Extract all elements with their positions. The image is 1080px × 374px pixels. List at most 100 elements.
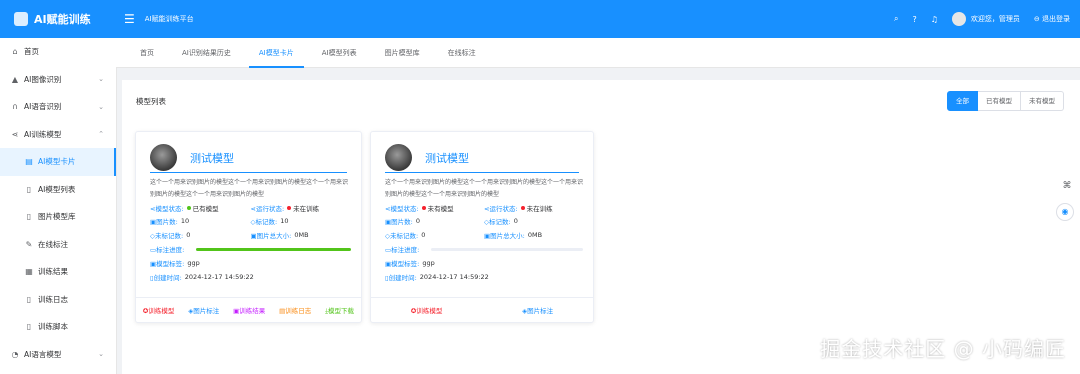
logout-button[interactable]: ⊖ 退出登录 xyxy=(1034,14,1070,24)
sidebar-item[interactable]: ▯ 图片模型库 xyxy=(0,203,116,231)
card-action-button[interactable]: ▤训练日志 xyxy=(279,305,311,315)
progress-bar xyxy=(196,248,351,251)
share-icon: ⋖模型状态: xyxy=(150,205,184,213)
divider xyxy=(150,172,347,173)
log-icon: ▯ xyxy=(26,294,32,304)
field-label: 图片数: xyxy=(391,218,413,226)
sidebar-item[interactable]: ▯ 训练脚本 xyxy=(0,313,116,341)
filter-button[interactable]: 已有模型 xyxy=(978,91,1021,111)
menu-toggle-icon[interactable]: ☰ xyxy=(124,12,135,26)
chat-icon: ◔ xyxy=(11,349,19,359)
grid-icon[interactable]: ⌘ xyxy=(1060,181,1074,195)
share-icon: ⋖运行状态: xyxy=(484,205,518,213)
top-header: ☰ AI赋能训练平台 ⌕ ? ♫ 欢迎您，管理员 ⊖ 退出登录 xyxy=(116,0,1080,38)
sidebar-item[interactable]: ▯ 训练日志 xyxy=(0,286,116,314)
field-value: 0 xyxy=(421,231,426,239)
tab[interactable]: 图片模型库 xyxy=(375,38,430,68)
sidebar-item[interactable]: ▦ 训练结果 xyxy=(0,258,116,286)
platform-title: AI赋能训练平台 xyxy=(144,15,194,23)
size-icon: ▣图片总大小: xyxy=(484,232,525,240)
status-dot xyxy=(520,206,525,210)
sidebar-item-label: AI模型列表 xyxy=(38,184,76,194)
sidebar-item[interactable]: ▯ AI模型列表 xyxy=(0,176,116,204)
share-icon: ⋖运行状态: xyxy=(250,205,285,213)
logout-label: 退出登录 xyxy=(1042,15,1070,23)
home-icon: ⌂ xyxy=(12,47,18,57)
tag-icon: ▣模型标签: xyxy=(150,260,185,268)
search-icon[interactable]: ⌕ xyxy=(894,14,898,24)
field-value: 0MB xyxy=(527,231,543,239)
field-label: 模型标签: xyxy=(156,260,185,268)
chevron-icon: ⌄ xyxy=(98,350,104,359)
sidebar-item[interactable]: ▤ AI模型卡片 xyxy=(0,148,116,176)
status-dot xyxy=(186,206,191,210)
filter-button[interactable]: 全部 xyxy=(947,91,978,111)
field-value: 已有模型 xyxy=(192,205,219,213)
action-label: 模型下载 xyxy=(328,306,354,315)
card-row: ◇未标记数: 0 ▣图片总大小: 0MB xyxy=(385,230,583,240)
doc-icon: ▯ xyxy=(26,212,32,222)
field-label: 图片总大小: xyxy=(490,232,525,240)
action-label: 图片标注 xyxy=(193,307,220,315)
action-label: 训练模型 xyxy=(148,307,175,315)
share-icon: ⋖模型状态: xyxy=(385,205,419,213)
card-row: ⋖模型状态: 已有模型 ⋖运行状态: 未在训练 xyxy=(150,203,351,213)
card-actions: ✪训练模型 ◈图片标注 xyxy=(371,297,593,322)
card-action-button[interactable]: ✪训练模型 xyxy=(143,305,174,315)
sidebar-item[interactable]: ∩ AI语音识别 ⌄ xyxy=(0,93,116,121)
chevron-icon: ⌄ xyxy=(98,75,104,84)
sidebar-menu: ⌂ 首页 ▲ AI图像识别 ⌄ ∩ AI语音识别 ⌄ ⋖ AI训练模型 ⌃ ▤ AI模型卡片 ▯ AI模型列… xyxy=(0,38,116,368)
panel-title: 模型列表 xyxy=(136,97,166,106)
model-name[interactable]: 测试模型 xyxy=(425,150,469,166)
sidebar-item-label: 训练脚本 xyxy=(38,322,68,332)
card-action-button[interactable]: ⤓模型下载 xyxy=(325,305,354,316)
model-name[interactable]: 测试模型 xyxy=(190,150,234,166)
card-action-button[interactable]: ◈图片标注 xyxy=(522,305,553,315)
model-card[interactable]: 测试模型 这个一个用来识别图片的模型这个一个用来识别图片的模型这个一个用来识别图片… xyxy=(135,131,362,323)
sidebar-item[interactable]: ▲ AI图像识别 ⌄ xyxy=(0,66,116,94)
tab[interactable]: AI识别结果历史 xyxy=(172,38,241,68)
card-row: ⋖模型状态: 未有模型 ⋖运行状态: 未在训练 xyxy=(385,203,583,213)
help-icon[interactable]: ? xyxy=(912,15,916,24)
bell-icon[interactable]: ♫ xyxy=(931,15,938,24)
field-label: 标注进度: xyxy=(391,246,420,254)
tab[interactable]: 首页 xyxy=(130,38,164,68)
model-list-panel: 模型列表 全部 已有模型 未有模型 测试模型 这个一个用来识别图片的模型这个一个用来识… xyxy=(122,80,1080,374)
sidebar-item[interactable]: ◔ AI语言模型 ⌄ xyxy=(0,341,116,369)
tag-icon: ▣模型标签: xyxy=(385,260,420,268)
card-action-button[interactable]: ▣训练结果 xyxy=(233,305,265,315)
logo[interactable]: AI赋能训练 xyxy=(0,0,116,38)
sidebar-item[interactable]: ⋖ AI训练模型 ⌃ xyxy=(0,121,116,149)
chevron-icon: ⌃ xyxy=(98,130,104,139)
field-label: 图片总大小: xyxy=(256,232,292,240)
tag-icon: ◇标记数: xyxy=(484,218,511,226)
image-icon: ▣图片数: xyxy=(150,218,178,226)
sidebar: AI赋能训练 ⌂ 首页 ▲ AI图像识别 ⌄ ∩ AI语音识别 ⌄ ⋖ AI训练模型 ⌃ ▤ AI模型卡… xyxy=(0,0,117,374)
card-action-button[interactable]: ◈图片标注 xyxy=(188,305,219,315)
field-value: 10 xyxy=(180,217,190,225)
tab[interactable]: 在线标注 xyxy=(438,38,486,68)
card-row: ▯创建时间: 2024-12-17 14:59:22 xyxy=(150,272,351,282)
model-card[interactable]: 测试模型 这个一个用来识别图片的模型这个一个用来识别图片的模型这个一个用来识别图片… xyxy=(370,131,594,323)
field-label: 图片数: xyxy=(156,218,178,226)
tag-icon: ◇标记数: xyxy=(250,218,278,226)
assistant-icon[interactable]: ◉ xyxy=(1056,203,1074,221)
size-icon: ▣图片总大小: xyxy=(250,232,292,240)
filter-button[interactable]: 未有模型 xyxy=(1021,91,1064,111)
action-label: 图片标注 xyxy=(527,307,554,315)
sidebar-item-label: AI模型卡片 xyxy=(38,157,76,167)
field-label: 运行状态: xyxy=(255,205,285,213)
user-menu[interactable]: 欢迎您，管理员 xyxy=(951,12,1020,26)
tab[interactable]: AI模型列表 xyxy=(312,38,367,68)
sidebar-item[interactable]: ✎ 在线标注 xyxy=(0,231,116,259)
sidebar-item-label: AI训练模型 xyxy=(24,129,62,139)
sidebar-item[interactable]: ⌂ 首页 xyxy=(0,38,116,66)
sidebar-item-label: AI语言模型 xyxy=(24,349,62,359)
field-value: 0 xyxy=(513,217,518,225)
card-action-button[interactable]: ✪训练模型 xyxy=(411,305,442,315)
card-row: ▣模型标签: ggp xyxy=(385,258,583,268)
tag-icon: ◇未标记数: xyxy=(150,232,184,240)
tab[interactable]: AI模型卡片 xyxy=(248,38,304,68)
field-label: 标注进度: xyxy=(156,246,185,254)
tag-icon: ◇未标记数: xyxy=(385,232,419,240)
